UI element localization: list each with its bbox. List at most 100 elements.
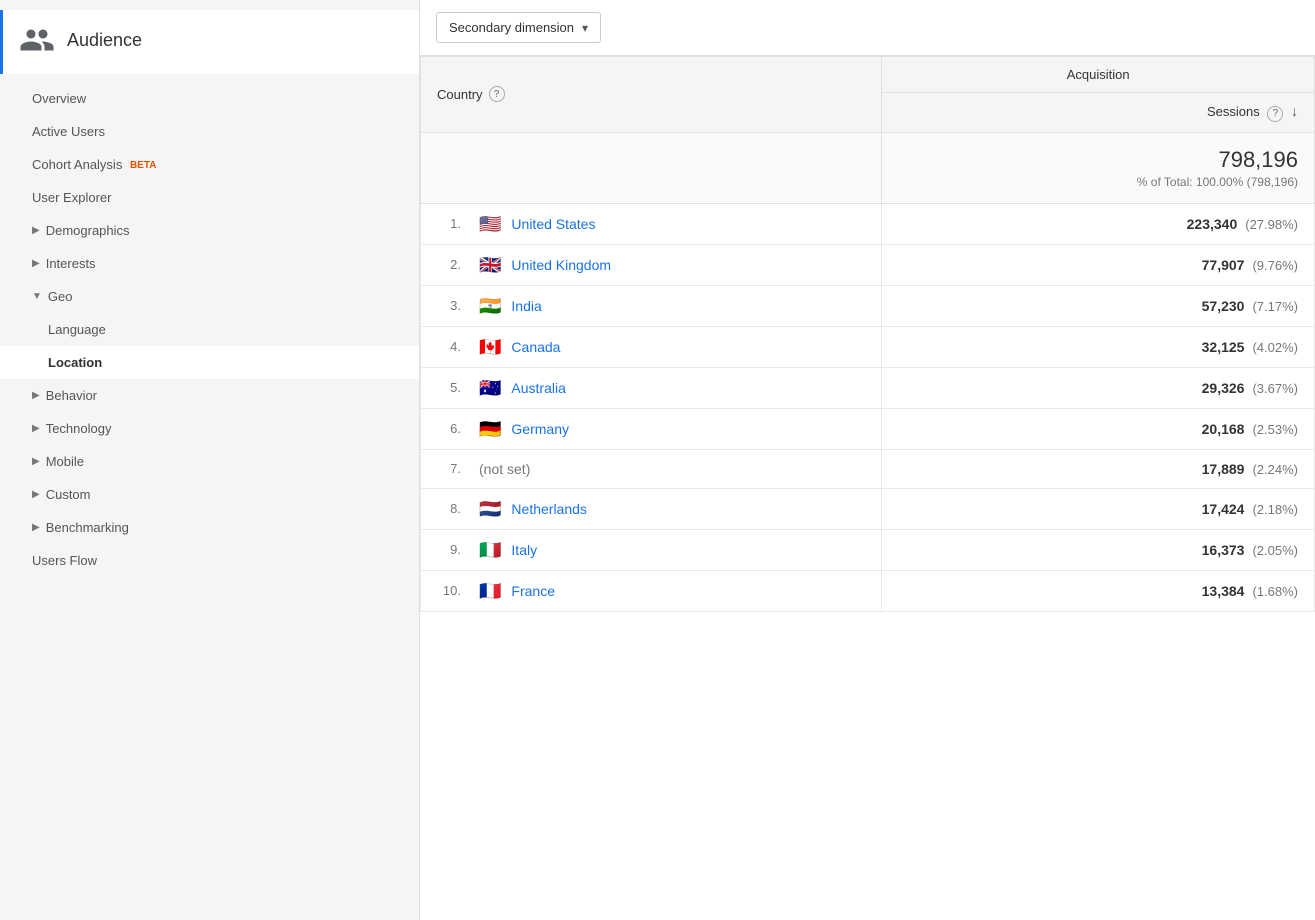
chevron-down-icon: ▾ [582, 21, 588, 35]
row-rank: 10. [437, 583, 461, 598]
sessions-cell: 16,373 (2.05%) [882, 529, 1315, 570]
flag-icon: 🇺🇸 [479, 215, 501, 233]
table-row: 7.(not set)17,889(2.24%) [421, 449, 1315, 488]
row-rank: 9. [437, 542, 461, 557]
sidebar-item-geo[interactable]: ▼ Geo [0, 280, 419, 313]
sessions-pct: (9.76%) [1252, 258, 1298, 273]
country-cell: 5.🇦🇺Australia [421, 367, 882, 408]
sidebar-item-benchmarking[interactable]: ▶ Benchmarking [0, 511, 419, 544]
sessions-cell: 223,340(27.98%) [882, 203, 1315, 244]
sessions-value: 29,326 [1202, 380, 1245, 396]
row-rank: 2. [437, 257, 461, 272]
sessions-pct: (2.05%) [1252, 543, 1298, 558]
arrow-icon: ▶ [32, 390, 40, 401]
country-cell: 1.🇺🇸United States [421, 203, 882, 244]
country-cell: 7.(not set) [421, 449, 882, 488]
th-country-label: Country [437, 87, 483, 102]
sidebar-item-users-flow[interactable]: Users Flow [0, 544, 419, 577]
secondary-dimension-button[interactable]: Secondary dimension ▾ [436, 12, 601, 43]
sessions-value: 32,125 [1202, 339, 1245, 355]
sessions-cell: 13,384(1.68%) [882, 570, 1315, 611]
country-link[interactable]: United States [511, 216, 595, 232]
country-link[interactable]: Germany [511, 421, 569, 437]
sessions-cell: 57,230(7.17%) [882, 285, 1315, 326]
country-cell: 4. 🇨🇦 Canada [421, 326, 882, 367]
sessions-value: 17,424 [1202, 501, 1245, 517]
sessions-value: 57,230 [1202, 298, 1245, 314]
sessions-pct: (3.67%) [1252, 381, 1298, 396]
flag-icon: 🇬🇧 [479, 256, 501, 274]
sessions-cell: 32,125(4.02%) [882, 326, 1315, 367]
arrow-icon: ▶ [32, 456, 40, 467]
th-acquisition: Acquisition [882, 57, 1315, 93]
sidebar-item-overview[interactable]: Overview [0, 82, 419, 115]
sidebar-header: Audience [0, 10, 419, 74]
sessions-cell: 29,326 (3.67%) [882, 367, 1315, 408]
table-row: 6.🇩🇪Germany20,168(2.53%) [421, 408, 1315, 449]
sidebar-item-technology[interactable]: ▶ Technology [0, 412, 419, 445]
country-cell: 10.🇫🇷France [421, 570, 882, 611]
country-link[interactable]: Australia [511, 380, 565, 396]
sidebar-item-mobile[interactable]: ▶ Mobile [0, 445, 419, 478]
sessions-value: 17,889 [1202, 461, 1245, 477]
table-row: 3. 🇮🇳 India 57,230(7.17%) [421, 285, 1315, 326]
row-rank: 3. [437, 298, 461, 313]
country-link[interactable]: India [511, 298, 541, 314]
sidebar-item-location[interactable]: Location [0, 346, 419, 379]
main-content: Secondary dimension ▾ Country ? [420, 0, 1315, 920]
country-link[interactable]: France [511, 583, 555, 599]
sidebar-item-user-explorer[interactable]: User Explorer [0, 181, 419, 214]
country-link[interactable]: Italy [511, 542, 537, 558]
table-row: 2. 🇬🇧 United Kingdom 77,907 (9.76%) [421, 244, 1315, 285]
country-help-icon[interactable]: ? [489, 86, 505, 102]
sessions-value: 223,340 [1187, 216, 1238, 232]
sessions-cell: 77,907 (9.76%) [882, 244, 1315, 285]
country-cell: 6.🇩🇪Germany [421, 408, 882, 449]
sessions-value: 13,384 [1202, 583, 1245, 599]
sidebar: Audience Overview Active Users Cohort An… [0, 0, 420, 920]
th-country: Country ? [421, 57, 882, 133]
country-link[interactable]: United Kingdom [511, 257, 611, 273]
data-table-container: Country ? Acquisition Sessions ? ↓ [420, 56, 1315, 920]
sessions-cell: 17,889(2.24%) [882, 449, 1315, 488]
sidebar-item-behavior[interactable]: ▶ Behavior [0, 379, 419, 412]
sidebar-item-active-users[interactable]: Active Users [0, 115, 419, 148]
country-cell: 8. 🇳🇱 Netherlands [421, 488, 882, 529]
country-cell: 3. 🇮🇳 India [421, 285, 882, 326]
arrow-icon: ▶ [32, 423, 40, 434]
flag-icon: 🇨🇦 [479, 338, 501, 356]
flag-icon: 🇩🇪 [479, 420, 501, 438]
arrow-icon: ▶ [32, 489, 40, 500]
arrow-icon: ▶ [32, 225, 40, 236]
sidebar-item-demographics[interactable]: ▶ Demographics [0, 214, 419, 247]
table-row: 8. 🇳🇱 Netherlands 17,424(2.18%) [421, 488, 1315, 529]
sidebar-item-language[interactable]: Language [0, 313, 419, 346]
sidebar-item-interests[interactable]: ▶ Interests [0, 247, 419, 280]
sessions-value: 77,907 [1202, 257, 1245, 273]
flag-icon: 🇮🇹 [479, 541, 501, 559]
sessions-help-icon[interactable]: ? [1267, 106, 1283, 122]
row-rank: 8. [437, 501, 461, 516]
sessions-value: 20,168 [1202, 421, 1245, 437]
country-cell: 2. 🇬🇧 United Kingdom [421, 244, 882, 285]
th-sessions-label: Sessions [1207, 104, 1260, 119]
row-rank: 5. [437, 380, 461, 395]
people-icon [19, 22, 55, 58]
arrow-expanded-icon: ▼ [32, 291, 42, 302]
table-row: 4. 🇨🇦 Canada 32,125(4.02%) [421, 326, 1315, 367]
sidebar-item-cohort-analysis[interactable]: Cohort Analysis BETA [0, 148, 419, 181]
flag-icon: 🇳🇱 [479, 500, 501, 518]
country-link[interactable]: Netherlands [511, 501, 587, 517]
sort-arrow-icon[interactable]: ↓ [1291, 103, 1298, 119]
sidebar-item-custom[interactable]: ▶ Custom [0, 478, 419, 511]
sessions-cell: 17,424(2.18%) [882, 488, 1315, 529]
sessions-value: 16,373 [1202, 542, 1245, 558]
secondary-dimension-label: Secondary dimension [449, 20, 574, 35]
total-label-cell [421, 132, 882, 203]
table-header-row-1: Country ? Acquisition [421, 57, 1315, 93]
table-row: 9. 🇮🇹 Italy 16,373 (2.05%) [421, 529, 1315, 570]
flag-icon: 🇮🇳 [479, 297, 501, 315]
country-link[interactable]: Canada [511, 339, 560, 355]
beta-badge: BETA [130, 160, 156, 171]
row-rank: 4. [437, 339, 461, 354]
